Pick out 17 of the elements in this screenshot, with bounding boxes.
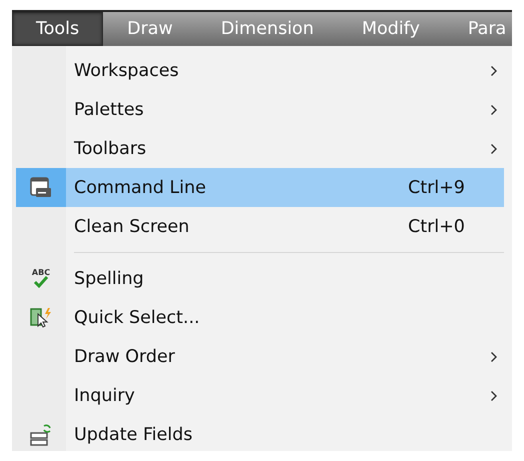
menu-item[interactable]: Inquiry bbox=[16, 376, 504, 415]
menu-item[interactable]: Draw Order bbox=[16, 337, 504, 376]
menu-item[interactable]: ABC Spelling bbox=[16, 259, 504, 298]
menu-item[interactable]: Quick Select... bbox=[16, 298, 504, 337]
menu-tab[interactable]: Draw bbox=[103, 12, 197, 46]
menu-item[interactable]: Command Line Ctrl+9 bbox=[16, 168, 504, 207]
menu-item[interactable]: Palettes bbox=[16, 90, 504, 129]
menu-tab[interactable]: Tools bbox=[12, 12, 104, 46]
menu-item[interactable]: Toolbars bbox=[16, 129, 504, 168]
menu-item[interactable]: Workspaces bbox=[16, 51, 504, 90]
update-fields-icon bbox=[29, 422, 53, 446]
shortcut-label: Ctrl+0 bbox=[408, 216, 466, 236]
menu-item[interactable]: Clean Screen Ctrl+0 bbox=[16, 207, 504, 246]
menu-item[interactable]: Update Fields bbox=[16, 415, 504, 451]
window-icon bbox=[30, 176, 52, 198]
quick-select-icon bbox=[29, 306, 53, 330]
shortcut-label: Ctrl+9 bbox=[408, 178, 466, 198]
